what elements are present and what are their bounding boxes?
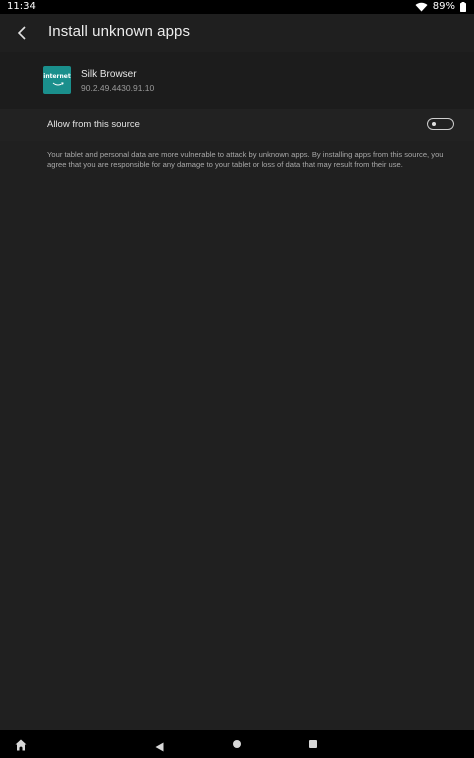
- app-name: Silk Browser: [81, 69, 137, 80]
- page-title: Install unknown apps: [48, 23, 191, 40]
- back-triangle-icon[interactable]: [155, 739, 164, 757]
- silk-browser-app-icon: internet: [43, 66, 71, 94]
- status-time: 11:34: [7, 1, 36, 12]
- battery-icon: [460, 1, 466, 12]
- home-circle-icon[interactable]: [233, 740, 241, 748]
- fire-home-icon[interactable]: [15, 738, 27, 756]
- allow-from-source-toggle[interactable]: [427, 118, 454, 130]
- wifi-icon: [415, 2, 428, 12]
- warning-text: Your tablet and personal data are more v…: [47, 150, 444, 169]
- app-bar: Install unknown apps: [0, 14, 474, 52]
- screen: 11:34 89% Install unknown apps internet …: [0, 0, 474, 758]
- allow-from-source-row[interactable]: Allow from this source: [0, 109, 474, 141]
- allow-from-source-label: Allow from this source: [47, 119, 140, 130]
- amazon-smile-icon: [52, 82, 64, 86]
- app-info-row: internet Silk Browser 90.2.49.4430.91.10: [0, 52, 474, 109]
- back-arrow-icon[interactable]: [14, 24, 32, 42]
- battery-percent: 89%: [432, 1, 455, 12]
- recents-square-icon[interactable]: [309, 740, 317, 748]
- app-version: 90.2.49.4430.91.10: [81, 83, 155, 93]
- status-bar: 11:34 89%: [0, 0, 474, 14]
- toggle-knob: [432, 122, 436, 126]
- app-icon-label: internet: [43, 73, 71, 80]
- navigation-bar: [0, 730, 474, 758]
- status-indicators: 89%: [415, 1, 466, 12]
